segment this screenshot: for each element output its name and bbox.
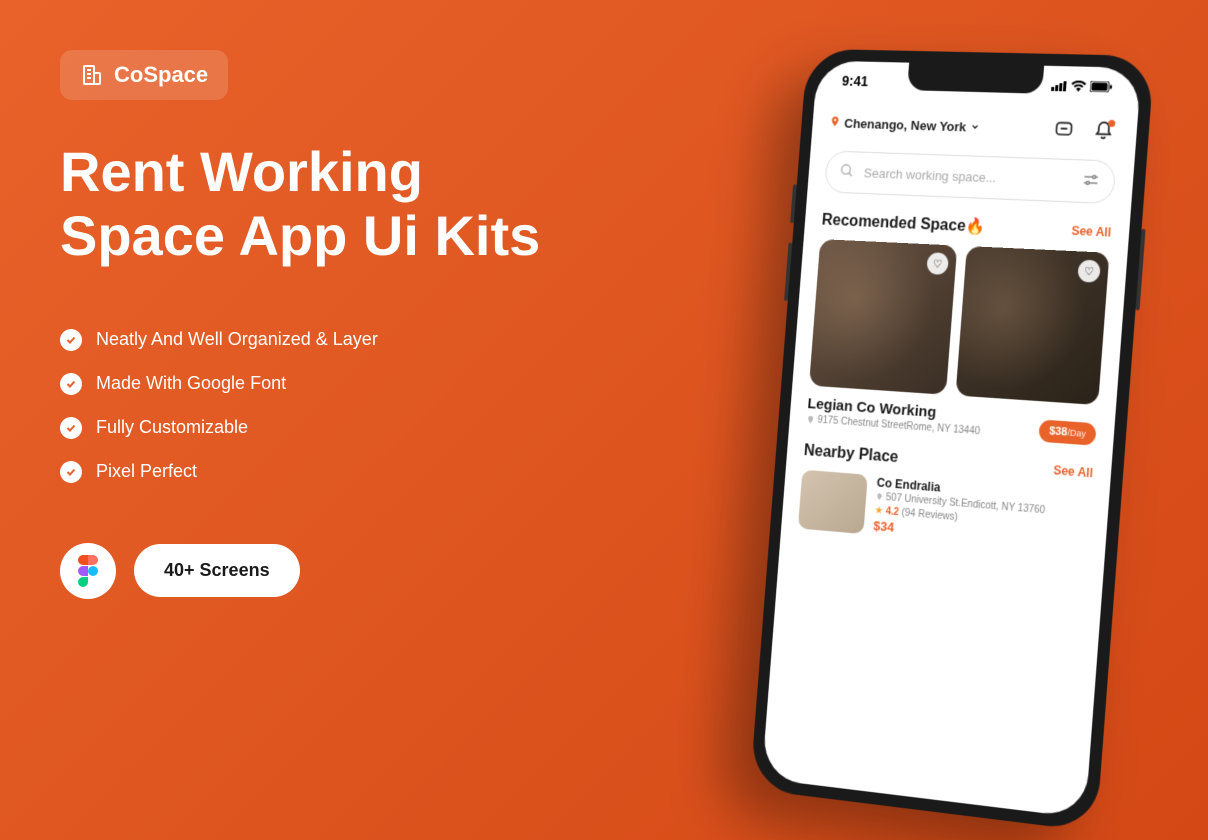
recommended-title: Recomended Space🔥 bbox=[821, 210, 986, 237]
search-placeholder: Search working space... bbox=[863, 165, 1072, 188]
screens-badge: 40+ Screens bbox=[134, 544, 300, 597]
price-badge: $38/Day bbox=[1038, 419, 1096, 445]
brand-badge: CoSpace bbox=[60, 50, 228, 100]
check-icon bbox=[60, 329, 82, 351]
search-input[interactable]: Search working space... bbox=[824, 150, 1116, 204]
favorite-button[interactable]: ♡ bbox=[926, 252, 949, 275]
check-icon bbox=[60, 417, 82, 439]
feature-item: Fully Customizable bbox=[60, 417, 560, 439]
search-icon bbox=[839, 163, 855, 182]
signal-icon bbox=[1051, 78, 1068, 94]
location-selector[interactable]: Chenango, New York bbox=[829, 115, 980, 134]
nearby-thumbnail bbox=[798, 470, 868, 534]
see-all-link[interactable]: See All bbox=[1071, 224, 1112, 240]
star-icon: ★ bbox=[874, 505, 883, 517]
figma-icon bbox=[60, 543, 116, 599]
notification-button[interactable] bbox=[1088, 115, 1120, 146]
feature-text: Fully Customizable bbox=[96, 417, 248, 438]
filter-icon[interactable] bbox=[1081, 171, 1101, 193]
notification-dot bbox=[1108, 120, 1116, 127]
location-text: Chenango, New York bbox=[844, 115, 967, 134]
battery-icon bbox=[1089, 79, 1112, 96]
nearby-title: Nearby Place bbox=[803, 442, 899, 467]
headline: Rent Working Space App Ui Kits bbox=[60, 140, 560, 269]
see-all-link[interactable]: See All bbox=[1053, 463, 1094, 480]
recommended-card[interactable]: ♡ bbox=[809, 239, 957, 395]
phone-mockup: 9:41 bbox=[750, 49, 1155, 832]
feature-item: Pixel Perfect bbox=[60, 461, 560, 483]
feature-text: Made With Google Font bbox=[96, 373, 286, 394]
chevron-down-icon bbox=[970, 119, 981, 134]
chat-button[interactable] bbox=[1048, 114, 1080, 145]
feature-text: Pixel Perfect bbox=[96, 461, 197, 482]
recommended-card[interactable]: ♡ bbox=[955, 246, 1109, 405]
nearby-item[interactable]: Co Endralia 507 University St.Endicott, … bbox=[798, 470, 1092, 554]
favorite-button[interactable]: ♡ bbox=[1077, 259, 1101, 282]
brand-name: CoSpace bbox=[114, 62, 208, 88]
building-icon bbox=[80, 63, 104, 87]
wifi-icon bbox=[1071, 78, 1087, 94]
status-time: 9:41 bbox=[841, 73, 868, 89]
check-icon bbox=[60, 461, 82, 483]
feature-text: Neatly And Well Organized & Layer bbox=[96, 329, 378, 350]
feature-list: Neatly And Well Organized & Layer Made W… bbox=[60, 329, 560, 483]
feature-item: Made With Google Font bbox=[60, 373, 560, 395]
pin-icon bbox=[829, 115, 841, 130]
check-icon bbox=[60, 373, 82, 395]
feature-item: Neatly And Well Organized & Layer bbox=[60, 329, 560, 351]
